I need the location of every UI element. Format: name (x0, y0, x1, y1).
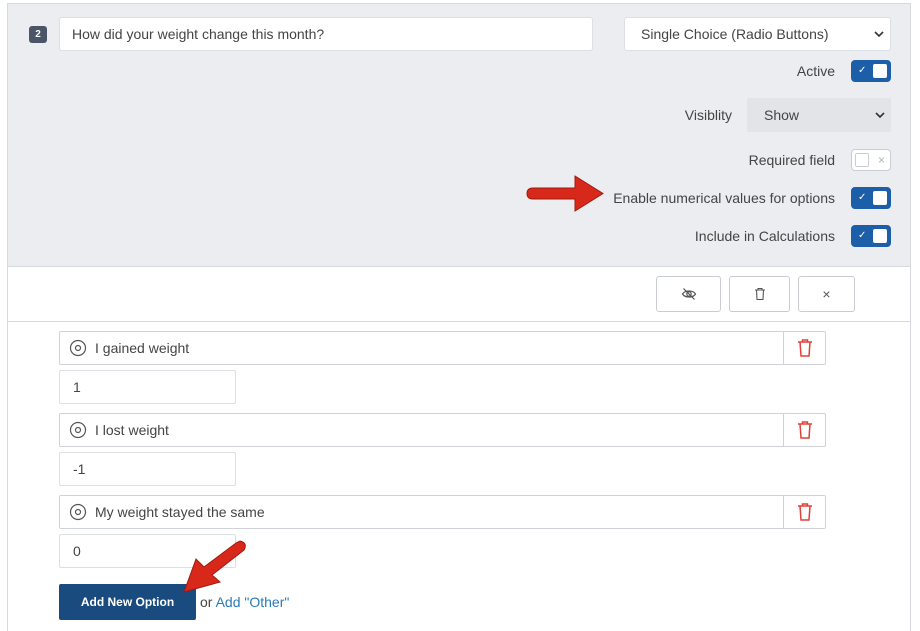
option-value-input[interactable]: -1 (59, 452, 236, 486)
or-text: or (200, 594, 213, 610)
chevron-down-icon (875, 112, 885, 119)
option-row[interactable]: I lost weight (59, 413, 826, 447)
required-toggle[interactable]: × (851, 149, 891, 171)
add-other-text: or Add "Other" (200, 594, 289, 610)
visibility-select[interactable]: Show (747, 98, 891, 132)
question-number-badge: 2 (29, 26, 47, 43)
radio-icon (69, 339, 87, 357)
trash-icon (797, 339, 812, 357)
question-actions-bar: × (8, 268, 910, 322)
delete-option-button[interactable] (783, 332, 825, 364)
question-text-input[interactable]: How did your weight change this month? (59, 17, 593, 51)
annotation-arrow-icon (526, 175, 604, 212)
trash-icon (754, 287, 765, 301)
option-value-input[interactable]: 1 (59, 370, 236, 404)
option-label: My weight stayed the same (95, 504, 265, 520)
close-question-button[interactable]: × (798, 276, 855, 312)
question-settings: 2 How did your weight change this month?… (8, 4, 910, 267)
delete-question-button[interactable] (729, 276, 790, 312)
calculations-toggle[interactable]: ✓ (851, 225, 891, 247)
add-other-link[interactable]: Add "Other" (216, 594, 290, 610)
trash-icon (797, 421, 812, 439)
delete-option-button[interactable] (783, 496, 825, 528)
option-row[interactable]: I gained weight (59, 331, 826, 365)
question-type-value: Single Choice (Radio Buttons) (641, 26, 829, 42)
option-label: I gained weight (95, 340, 190, 356)
calculations-label: Include in Calculations (694, 228, 835, 244)
question-type-select[interactable]: Single Choice (Radio Buttons) (624, 17, 891, 51)
option-row[interactable]: My weight stayed the same (59, 495, 826, 529)
eye-slash-icon (681, 288, 696, 300)
question-panel: 2 How did your weight change this month?… (7, 3, 911, 631)
add-new-option-button[interactable]: Add New Option (59, 584, 196, 620)
chevron-down-icon (874, 31, 884, 38)
check-icon: ✓ (858, 192, 867, 203)
visibility-value: Show (764, 107, 800, 123)
visibility-label: Visiblity (684, 107, 732, 123)
active-toggle[interactable]: ✓ (851, 60, 891, 82)
close-icon: × (822, 286, 831, 302)
option-label: I lost weight (95, 422, 169, 438)
numerical-values-label: Enable numerical values for options (613, 190, 835, 206)
check-icon: ✓ (858, 230, 867, 241)
numerical-values-toggle[interactable]: ✓ (851, 187, 891, 209)
hide-question-button[interactable] (656, 276, 721, 312)
radio-icon (69, 421, 87, 439)
x-icon: × (877, 153, 885, 167)
required-label: Required field (748, 152, 835, 168)
check-icon: ✓ (858, 65, 867, 76)
radio-icon (69, 503, 87, 521)
delete-option-button[interactable] (783, 414, 825, 446)
annotation-arrow-icon (183, 540, 246, 593)
trash-icon (797, 503, 812, 521)
active-label: Active (796, 63, 835, 79)
